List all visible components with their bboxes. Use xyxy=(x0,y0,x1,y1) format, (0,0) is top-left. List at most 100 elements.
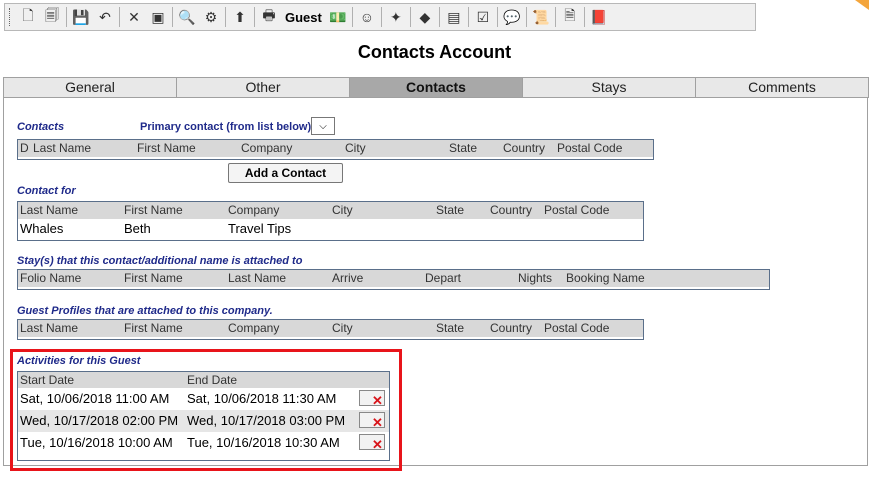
stays-section-label: Stay(s) that this contact/additional nam… xyxy=(17,255,303,267)
copy-document-icon[interactable]: 🗐 xyxy=(41,6,63,28)
toolbar-separator xyxy=(225,7,226,27)
column-header[interactable]: First Name xyxy=(137,141,196,155)
toolbar-separator xyxy=(254,7,255,27)
activity-start-date: Wed, 10/17/2018 02:00 PM xyxy=(20,413,179,428)
tag-icon[interactable]: ◆ xyxy=(414,6,436,28)
upload-icon[interactable]: ⬆ xyxy=(229,6,251,28)
close-icon: ✕ xyxy=(372,393,383,408)
close-icon: ✕ xyxy=(372,437,383,452)
column-header[interactable]: Depart xyxy=(425,271,461,285)
documents-icon[interactable]: 🗎 xyxy=(559,6,581,28)
contacts-section-label: Contacts xyxy=(17,121,65,133)
toolbar-separator xyxy=(119,7,120,27)
delete-icon[interactable]: ✕ xyxy=(123,6,145,28)
column-header[interactable]: Last Name xyxy=(20,203,78,217)
column-header[interactable]: Folio Name xyxy=(20,271,81,285)
toolbar-separator xyxy=(380,7,382,27)
column-header[interactable]: State xyxy=(436,321,464,335)
primary-contact-label: Primary contact (from list below) xyxy=(140,121,312,133)
tab-general[interactable]: General xyxy=(3,77,176,98)
book-icon[interactable]: 📕 xyxy=(588,6,610,28)
activity-start-date: Sat, 10/06/2018 11:00 AM xyxy=(20,391,170,406)
column-header[interactable]: Country xyxy=(490,203,532,217)
primary-contact-dropdown[interactable]: ⌵ xyxy=(311,117,335,135)
table-row[interactable]: Whales Beth Travel Tips xyxy=(18,219,643,238)
toolbar-separator xyxy=(583,7,585,27)
add-contact-button[interactable]: Add a Contact xyxy=(228,163,343,183)
column-header[interactable]: Postal Code xyxy=(544,203,609,217)
column-header[interactable]: Postal Code xyxy=(544,321,609,335)
column-header[interactable]: Arrive xyxy=(332,271,363,285)
column-header[interactable]: Last Name xyxy=(228,271,286,285)
stays-grid-header: Folio Name First Name Last Name Arrive Depar… xyxy=(18,270,769,287)
delete-activity-button[interactable]: ✕ xyxy=(359,412,385,430)
scroll-icon[interactable]: 📜 xyxy=(530,6,552,28)
activity-end-date: Tue, 10/16/2018 10:30 AM xyxy=(187,435,340,450)
toolbar-separator xyxy=(172,7,173,27)
search-icon[interactable]: 🔍 xyxy=(176,6,198,28)
save-icon[interactable]: 💾 xyxy=(70,6,92,28)
column-header[interactable]: Last Name xyxy=(20,321,78,335)
column-header[interactable]: First Name xyxy=(124,271,183,285)
close-icon: ✕ xyxy=(372,415,383,430)
guest-profiles-grid-header: Last Name First Name Company City State Count… xyxy=(18,320,643,337)
column-header[interactable]: Company xyxy=(228,321,279,335)
speech-bubble-icon[interactable]: 💬 xyxy=(501,6,523,28)
table-cell: Beth xyxy=(124,221,151,236)
card-icon[interactable]: ▣ xyxy=(147,6,169,28)
column-header[interactable]: End Date xyxy=(187,373,237,387)
toolbar-separator xyxy=(467,7,469,27)
undo-icon[interactable]: ↶ xyxy=(94,6,116,28)
smiley-icon[interactable]: ☺ xyxy=(356,6,378,28)
stamp-icon[interactable]: ▤ xyxy=(443,6,465,28)
column-header[interactable]: State xyxy=(449,141,477,155)
table-cell: Whales xyxy=(20,221,64,236)
column-header[interactable]: Postal Code xyxy=(557,141,622,155)
toolbar-separator xyxy=(554,7,556,27)
delete-activity-button[interactable]: ✕ xyxy=(359,434,385,452)
magic-wand-icon[interactable]: ✦ xyxy=(385,6,407,28)
tab-comments[interactable]: Comments xyxy=(695,77,869,98)
toolbar-separator xyxy=(525,7,527,27)
column-header[interactable]: Country xyxy=(490,321,532,335)
activities-section-label: Activities for this Guest xyxy=(17,355,141,367)
activity-row[interactable]: Wed, 10/17/2018 02:00 PM Wed, 10/17/2018 … xyxy=(18,410,389,432)
activity-end-date: Sat, 10/06/2018 11:30 AM xyxy=(187,391,337,406)
column-header[interactable]: Company xyxy=(228,203,279,217)
column-header[interactable]: Country xyxy=(503,141,545,155)
stays-grid: Folio Name First Name Last Name Arrive Depar… xyxy=(17,269,770,290)
column-header[interactable]: Company xyxy=(241,141,292,155)
delete-activity-button[interactable]: ✕ xyxy=(359,390,385,408)
column-header[interactable]: Start Date xyxy=(20,373,74,387)
tools-icon[interactable]: ⚙ xyxy=(200,6,222,28)
column-header[interactable]: City xyxy=(332,203,353,217)
tab-other[interactable]: Other xyxy=(176,77,349,98)
column-header[interactable]: D xyxy=(20,141,29,155)
column-header[interactable]: Booking Name xyxy=(566,271,645,285)
column-header[interactable]: First Name xyxy=(124,203,183,217)
toolbar-separator xyxy=(496,7,498,27)
contact-for-grid: Last Name First Name Company City State Count… xyxy=(17,201,644,241)
column-header[interactable]: First Name xyxy=(124,321,183,335)
toolbar-separator xyxy=(438,7,440,27)
column-header[interactable]: Nights xyxy=(518,271,552,285)
contacts-grid-header: D Last Name First Name Company City State Coun… xyxy=(18,140,653,157)
toolbar: 🗋 🗐 💾 ↶ ✕ ▣ 🔍 ⚙ ⬆ 🖶 Guest 💵 ☺ ✦ ◆ ▤ ☑ 💬 📜 🗎 📕 xyxy=(4,3,756,31)
new-document-icon[interactable]: 🗋 xyxy=(17,6,39,28)
column-header[interactable]: City xyxy=(332,321,353,335)
activity-row[interactable]: Tue, 10/16/2018 10:00 AM Tue, 10/16/2018 … xyxy=(18,432,389,454)
tab-stays[interactable]: Stays xyxy=(522,77,695,98)
column-header[interactable]: City xyxy=(345,141,366,155)
print-icon[interactable]: 🖶 xyxy=(258,6,280,28)
activity-row[interactable]: Sat, 10/06/2018 11:00 AM Sat, 10/06/2018 … xyxy=(18,388,389,410)
column-header[interactable]: State xyxy=(436,203,464,217)
window-corner-accent xyxy=(855,0,869,10)
column-header[interactable]: Last Name xyxy=(33,141,91,155)
page-title: Contacts Account xyxy=(357,42,512,62)
tab-contacts[interactable]: Contacts xyxy=(349,77,522,98)
toolbar-grip[interactable] xyxy=(9,8,12,26)
guest-menu-button[interactable]: Guest xyxy=(281,10,326,25)
money-icon[interactable]: 💵 xyxy=(327,6,349,28)
toolbar-separator xyxy=(409,7,411,27)
checklist-icon[interactable]: ☑ xyxy=(472,6,494,28)
